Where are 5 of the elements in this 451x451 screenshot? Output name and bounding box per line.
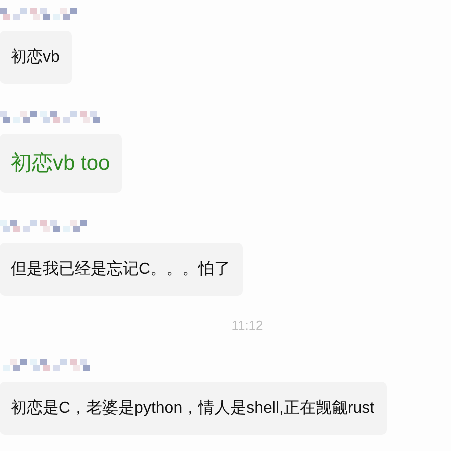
message-bubble: 但是我已经是忘记C。。。怕了 xyxy=(0,243,243,296)
message-bubble: 初恋vb xyxy=(0,31,72,84)
message-bubble: 初恋vb too xyxy=(0,134,122,193)
timestamp: 11:12 xyxy=(232,318,264,334)
message-bubble: 初恋是C，老婆是python，情人是shell,正在觊觎rust xyxy=(0,382,387,435)
